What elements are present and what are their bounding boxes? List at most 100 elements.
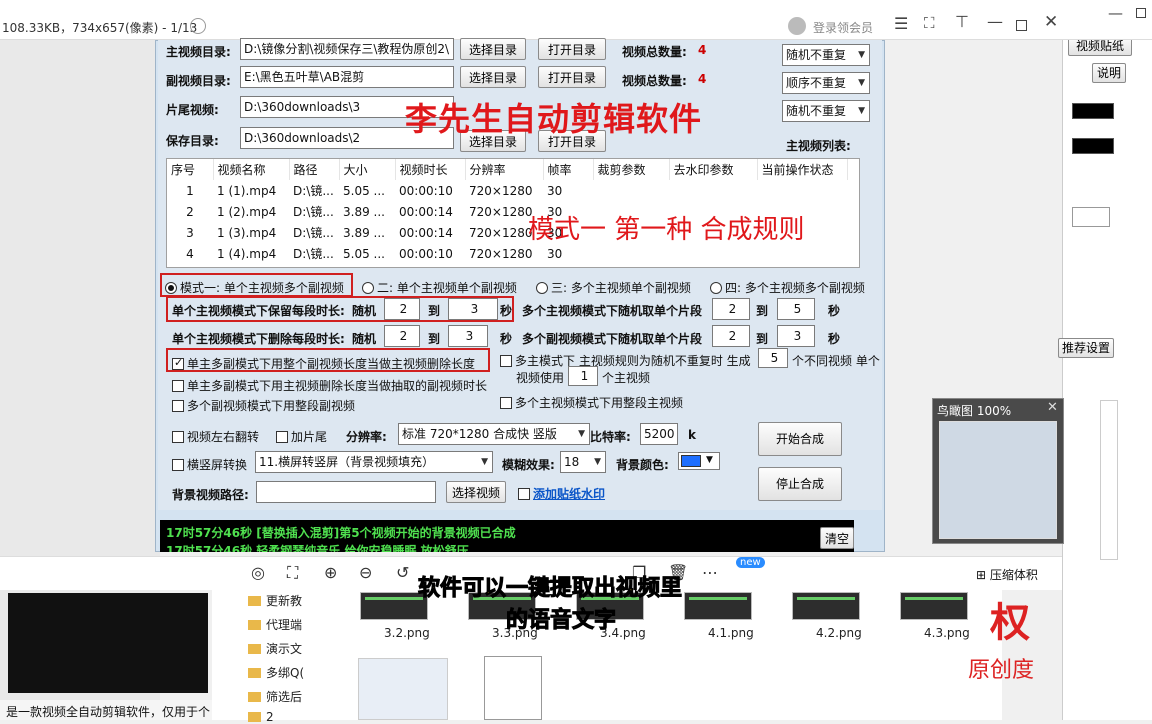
mm-from-input[interactable]: 2 — [712, 298, 750, 320]
zoom-in-icon[interactable]: ⊕ — [324, 563, 337, 582]
bgpath-label: 背景视频路径: — [172, 488, 249, 502]
stop-button[interactable]: 停止合成 — [758, 467, 842, 501]
table-cell: 2 — [186, 204, 194, 219]
del-from-input[interactable]: 2 — [384, 325, 420, 347]
ms-to-input[interactable]: 3 — [777, 325, 815, 347]
mode-4-radio[interactable]: 四: 多个主视频多个副视频 — [710, 279, 865, 296]
sidebar-item[interactable]: 筛选后 — [248, 688, 302, 705]
bgcolor-select[interactable]: ▼ — [678, 452, 720, 470]
table-header-cell[interactable]: 当前操作状态 — [757, 159, 848, 180]
sidebar-item[interactable]: 多绑Q( — [248, 664, 304, 681]
birdseye-close-icon[interactable]: ✕ — [1047, 400, 1058, 415]
mm-to-input[interactable]: 5 — [777, 298, 815, 320]
log-console[interactable]: 17时57分46秒 [替换插入混剪]第5个视频开始的背景视频已合成 17时57分… — [160, 520, 854, 552]
file-thumb-large[interactable] — [358, 658, 448, 720]
table-header-cell[interactable]: 大小 — [339, 159, 396, 180]
table-header-cell[interactable]: 去水印参数 — [669, 159, 758, 180]
explain-button[interactable]: 说明 — [1092, 63, 1126, 83]
pin-icon[interactable]: ⊤ — [955, 12, 969, 31]
check-main-del-length[interactable]: 单主多副模式下用主视频删除长度当做抽取的副视频时长 — [172, 377, 487, 394]
rotate-icon[interactable]: ↺ — [396, 563, 409, 582]
sidebar-item[interactable]: 更新教 — [248, 592, 302, 609]
mouse-icon[interactable]: ◎ — [251, 563, 265, 582]
table-row[interactable]: 4 1 (4).mp4 D:\镜... 5.05 ... 00:00:10 720×128… — [167, 243, 847, 264]
table-cell: 4 — [186, 246, 194, 261]
resolution-select[interactable]: 标准 720*1280 合成快 竖版 ▼ — [398, 423, 590, 445]
recommend-settings-button[interactable]: 推荐设置 — [1058, 338, 1114, 358]
del-to-input[interactable]: 3 — [448, 325, 488, 347]
orientation-select[interactable]: 11.横屏转竖屏（背景视频填充） ▼ — [255, 451, 493, 473]
fullscreen-icon[interactable]: ⛶ — [924, 14, 935, 32]
sidebar-item[interactable]: 2 — [248, 710, 274, 724]
bgpath-input[interactable] — [256, 481, 436, 503]
sidebar-item[interactable]: 代理端 — [248, 616, 302, 633]
bitrate-input[interactable]: 5200 — [640, 423, 678, 445]
fit-screen-icon[interactable]: ⛶ — [287, 563, 298, 583]
main-video-dir-input[interactable]: D:\镜像分割\视频保存三\教程伪原创2\ — [240, 38, 454, 60]
maximize-icon[interactable] — [1016, 20, 1027, 31]
table-header-cell[interactable]: 帧率 — [543, 159, 594, 180]
file-name[interactable]: 4.2.png — [816, 626, 862, 640]
compress-button[interactable]: ⊞ 压缩体积 — [976, 566, 1038, 583]
sub-count: 4 — [698, 72, 707, 86]
pick-sub-dir-button[interactable]: 选择目录 — [460, 66, 526, 88]
check-flip[interactable]: 视频左右翻转 — [172, 428, 259, 445]
bg-minimize-icon[interactable]: — — [1108, 4, 1123, 22]
zoom-out-icon[interactable]: ⊖ — [359, 563, 372, 582]
ms-from-input[interactable]: 2 — [712, 325, 750, 347]
table-header-cell[interactable]: 分辨率 — [465, 159, 544, 180]
file-thumb[interactable] — [900, 592, 968, 620]
check-multi-main-random[interactable]: 多主模式下 主视频规则为随机不重复时 生成 — [500, 352, 751, 369]
right-scrollbar[interactable] — [1100, 400, 1118, 560]
open-main-dir-button[interactable]: 打开目录 — [538, 38, 606, 60]
pick-main-dir-button[interactable]: 选择目录 — [460, 38, 526, 60]
table-cell — [593, 243, 669, 264]
right-input[interactable] — [1072, 207, 1110, 227]
color-select-1[interactable] — [1072, 103, 1114, 119]
color-select-2[interactable] — [1072, 138, 1114, 154]
file-name[interactable]: 4.3.png — [924, 626, 970, 640]
sub-video-dir-input[interactable]: E:\黑色五叶草\AB混剪 — [240, 66, 454, 88]
file-thumb[interactable] — [792, 592, 860, 620]
table-row[interactable]: 1 1 (1).mp4 D:\镜... 5.05 ... 00:00:10 720×128… — [167, 180, 847, 201]
order-select-2[interactable]: 顺序不重复 ▼ — [782, 72, 870, 94]
start-button[interactable]: 开始合成 — [758, 422, 842, 456]
upload-cloud-icon[interactable] — [190, 18, 206, 34]
menu-icon[interactable]: ☰ — [894, 14, 908, 33]
table-cell: 720×1280 — [469, 183, 533, 198]
sec-label: 秒 — [500, 332, 513, 346]
check-add-tail[interactable]: 加片尾 — [276, 428, 327, 445]
open-sub-dir-button[interactable]: 打开目录 — [538, 66, 606, 88]
main-use-input[interactable]: 1 — [568, 366, 598, 386]
table-cell: 30 — [547, 183, 563, 198]
sticker-watermark-link[interactable]: 添加贴纸水印 — [518, 485, 605, 502]
gen-count-input[interactable]: 5 — [758, 348, 788, 368]
order-select-1[interactable]: 随机不重复 ▼ — [782, 44, 870, 66]
mode-3-radio[interactable]: 三: 多个主视频单个副视频 — [536, 279, 691, 296]
table-cell: 1 (2).mp4 — [217, 204, 277, 219]
mode-2-radio[interactable]: 二: 单个主视频单个副视频 — [362, 279, 517, 296]
avatar[interactable] — [788, 17, 806, 35]
bg-maximize-icon[interactable] — [1136, 8, 1146, 18]
highlight-box — [160, 273, 353, 297]
check-orientation[interactable]: 横竖屏转换 — [172, 456, 247, 473]
check-whole-main-video[interactable]: 多个主视频模式下用整段主视频 — [500, 394, 683, 411]
table-header-cell[interactable]: 序号 — [167, 159, 214, 180]
blur-select[interactable]: 18 ▼ — [560, 451, 606, 473]
table-header-cell[interactable]: 视频时长 — [395, 159, 466, 180]
clear-log-button[interactable]: 清空 — [820, 527, 854, 549]
sidebar-item[interactable]: 演示文 — [248, 640, 302, 657]
table-header-cell[interactable]: 路径 — [289, 159, 340, 180]
minimize-icon[interactable]: — — [987, 12, 1003, 31]
close-icon[interactable]: ✕ — [1044, 12, 1058, 32]
login-link[interactable]: 登录领会员 — [813, 19, 873, 36]
birdseye-panel[interactable]: 鸟瞰图 100% ✕ — [932, 398, 1064, 544]
row-label: 主视频目录: — [166, 45, 231, 59]
pick-video-button[interactable]: 选择视频 — [446, 481, 506, 503]
check-whole-sub-video[interactable]: 多个副视频模式下用整段副视频 — [172, 397, 355, 414]
table-header-cell[interactable]: 视频名称 — [213, 159, 290, 180]
table-cell: D:\镜... — [293, 184, 334, 198]
table-header-cell[interactable]: 裁剪参数 — [593, 159, 670, 180]
order-select-3[interactable]: 随机不重复 ▼ — [782, 100, 870, 122]
document-icon[interactable] — [484, 656, 542, 720]
